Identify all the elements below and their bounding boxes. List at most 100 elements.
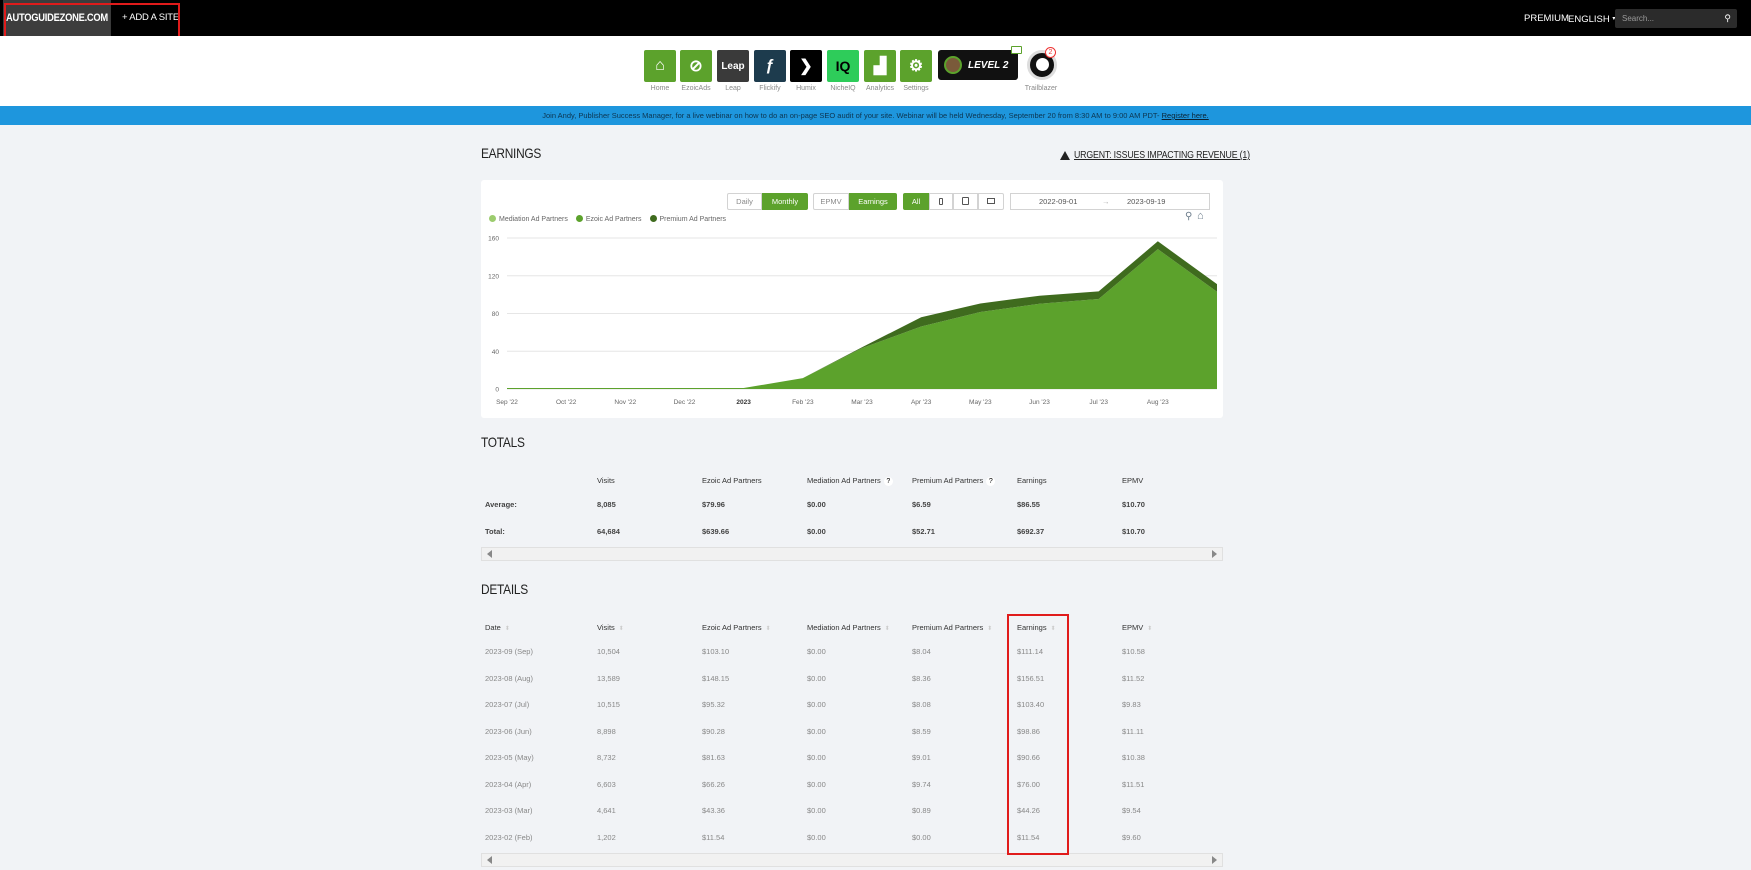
table-cell: $9.01 [912,753,931,763]
help-icon[interactable]: ? [883,477,893,486]
search-input[interactable]: Search... ⚲ [1615,9,1737,28]
column-header-label: Premium Ad Partners [912,623,984,632]
search-icon[interactable]: ⚲ [1724,9,1731,28]
details-horizontal-scrollbar[interactable] [481,853,1223,867]
table-cell: $10.58 [1122,647,1145,657]
table-row: 2023-05 (May) 8,732 $81.63 $0.00 $9.01 $90.66… [481,745,1223,772]
trailblazer-label: Trailblazer [1024,85,1058,92]
earnings-area-chart: 0 40 80 120 160 Sep '22 Oct '22 Nov '22 Dec '22 2… [488,236,1217,406]
table-cell: 2023-03 (Mar) [485,806,533,816]
table-row: 2023-03 (Mar) 4,641 $43.36 $0.00 $0.89 $44.26… [481,798,1223,825]
sort-icon[interactable]: ⬍ [1147,625,1152,632]
sort-icon[interactable]: ⬍ [987,625,992,632]
y-tick-label: 40 [492,349,500,356]
table-cell: $9.74 [912,779,931,789]
column-header[interactable]: Ezoic Ad Partners ⬍ [702,623,771,632]
sort-icon[interactable]: ⬍ [619,625,624,632]
flickify-icon: ƒ [765,57,775,74]
scroll-left-icon[interactable] [487,550,492,558]
urgent-issues-link[interactable]: URGENT: ISSUES IMPACTING REVENUE (1) [1074,150,1250,161]
search-placeholder: Search... [1622,14,1655,23]
x-tick-label: Jul '23 [1089,399,1108,406]
table-cell: 6,603 [597,779,616,789]
app-home-button[interactable]: ⌂ [644,50,676,82]
app-analytics-button[interactable]: ▟ [864,50,896,82]
table-cell: 64,684 [597,526,620,536]
avatar [944,56,962,74]
table-cell: $9.83 [1122,700,1141,710]
column-header[interactable]: Date ⬍ [485,623,510,632]
table-cell: $11.51 [1122,779,1145,789]
table-row: 2023-08 (Aug) 13,589 $148.15 $0.00 $8.36 $156… [481,666,1223,693]
app-humix-button[interactable]: ❯ [790,50,822,82]
x-tick-label: Nov '22 [614,399,636,406]
sort-icon[interactable]: ⬍ [885,625,890,632]
help-icon[interactable]: ? [986,477,996,486]
table-cell: $95.32 [702,700,725,710]
column-header[interactable]: Premium Ad Partners ⬍ [912,623,992,632]
table-cell: $103.10 [702,647,730,657]
table-row: 2023-07 (Jul) 10,515 $95.32 $0.00 $8.08 $103.… [481,692,1223,719]
table-cell: $10.70 [1122,526,1145,536]
column-header-label: Visits [597,476,615,485]
table-cell: 2023-07 (Jul) [485,700,530,710]
app-settings-button[interactable]: ⚙ [900,50,932,82]
totals-horizontal-scrollbar[interactable] [481,547,1223,561]
table-cell: $0.00 [807,700,826,710]
language-selector[interactable]: ENGLISH ▾ [1568,0,1615,36]
column-header: EPMV [1122,476,1143,485]
table-row: Average: 8,085 $79.96 $0.00 $6.59 $86.55 $10.7… [481,492,1223,519]
table-cell: 8,085 [597,500,616,510]
table-cell: $8.04 [912,647,931,657]
table-cell: $8.08 [912,700,931,710]
app-ezoicads-button[interactable]: ⊘ [680,50,712,82]
table-cell: 8,732 [597,753,616,763]
banner-text: Join Andy, Publisher Success Manager, fo… [542,111,1160,120]
column-header-label: Visits [597,623,615,632]
x-tick-label: Mar '23 [851,399,873,406]
column-header[interactable]: EPMV ⬍ [1122,623,1152,632]
column-header[interactable]: Visits ⬍ [597,623,624,632]
column-header-label: Mediation Ad Partners [807,623,881,632]
table-cell: $0.00 [807,753,826,763]
top-bar: AUTOGUIDEZONE.COM + ADD A SITE PREMIUM E… [0,0,1751,36]
level-badge[interactable]: LEVEL 2 [938,46,1022,80]
table-cell: $6.59 [912,500,931,510]
highlight-box-earnings [1007,614,1069,855]
table-cell: $52.71 [912,526,935,536]
table-cell: 8,898 [597,726,616,736]
series-area-ezoic-ad-partners[interactable] [507,249,1217,389]
scroll-right-icon[interactable] [1212,856,1217,864]
table-cell: $79.96 [702,500,725,510]
column-header: Ezoic Ad Partners [702,476,762,485]
table-cell: 13,589 [597,673,620,683]
table-cell: 10,504 [597,647,620,657]
humix-icon: ❯ [799,58,813,75]
scroll-right-icon[interactable] [1212,550,1217,558]
x-tick-label: Dec '22 [674,399,696,406]
language-label: ENGLISH [1568,14,1610,25]
app-label: Settings [903,85,929,92]
column-header-label: Mediation Ad Partners [807,476,881,485]
premium-link[interactable]: PREMIUM [1524,0,1569,36]
table-cell: $0.00 [807,726,826,736]
table-cell: $66.26 [702,779,725,789]
column-header-label: Date [485,623,501,632]
scroll-left-icon[interactable] [487,856,492,864]
table-cell: 2023-09 (Sep) [485,647,533,657]
table-cell: 4,641 [597,806,616,816]
app-nicheiq-button[interactable]: IQ [827,50,859,82]
app-leap-button[interactable]: Leap [717,50,749,82]
trailblazer-inner [1036,58,1049,71]
column-header[interactable]: Mediation Ad Partners ⬍ [807,623,890,632]
x-tick-label: Sep '22 [496,399,518,406]
sort-icon[interactable]: ⬍ [505,625,510,632]
x-tick-label: Aug '23 [1147,399,1169,406]
table-cell: $86.55 [1017,500,1040,510]
register-link[interactable]: Register here. [1162,111,1209,120]
trailblazer-badge: 2 [1045,47,1056,58]
app-flickify-button[interactable]: ƒ [754,50,786,82]
sort-icon[interactable]: ⬍ [766,625,771,632]
column-header-label: Ezoic Ad Partners [702,623,762,632]
gear-icon: ⚙ [908,58,924,75]
